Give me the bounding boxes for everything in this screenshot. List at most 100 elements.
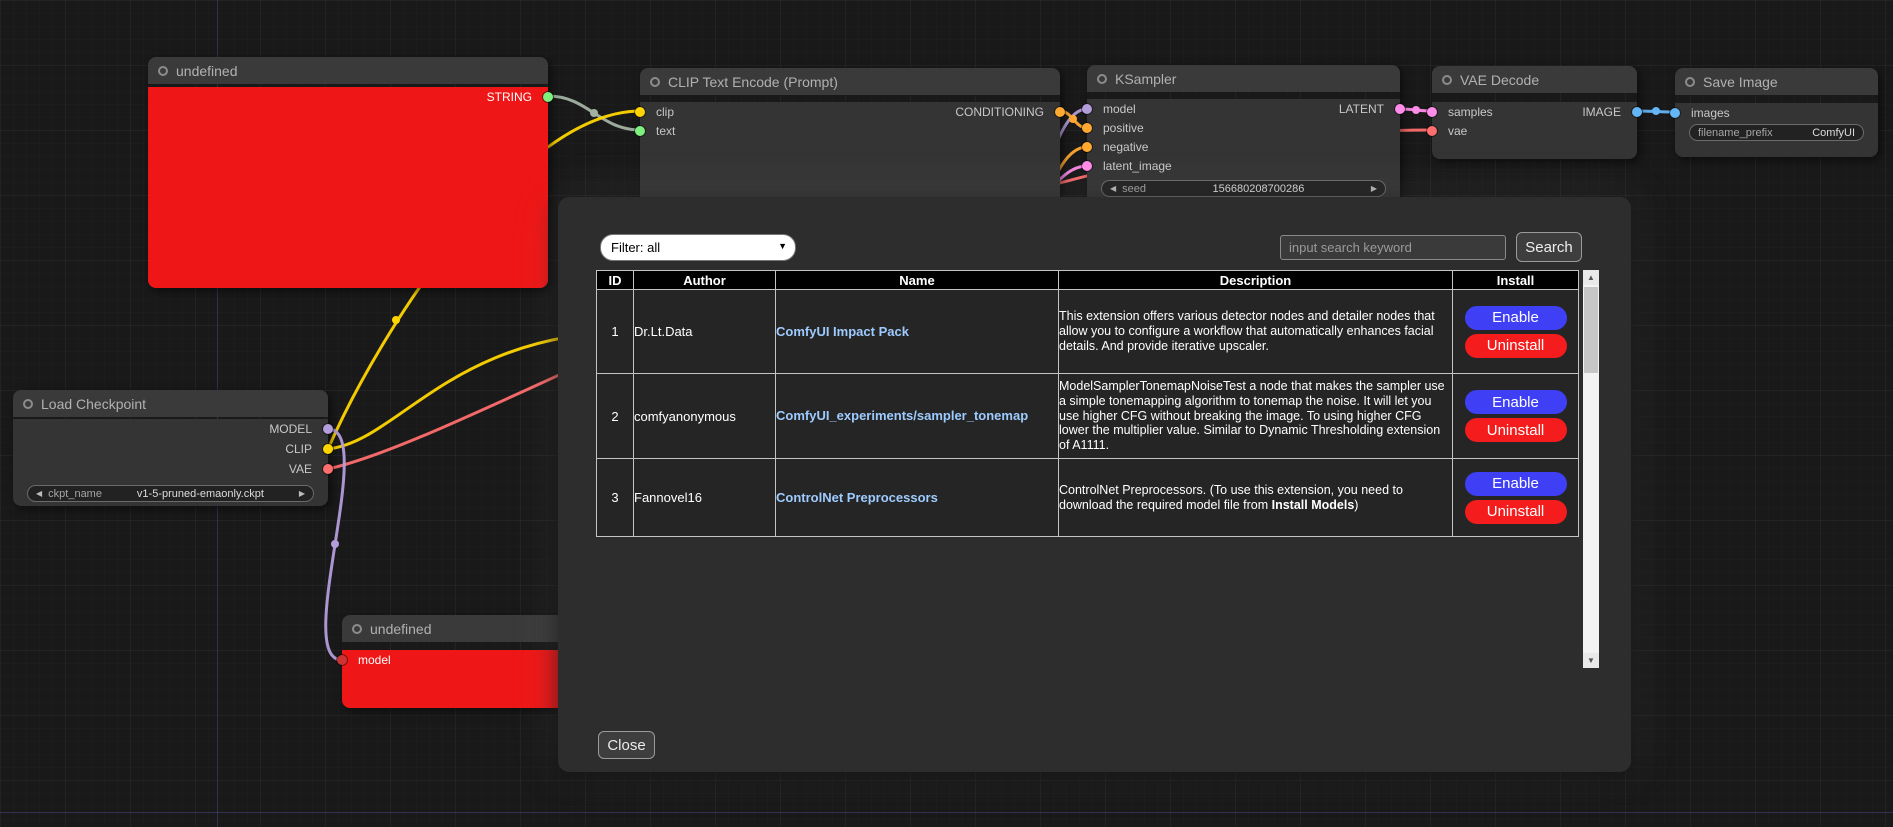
node-undefined-bottom-body: model	[342, 650, 565, 708]
node-ksampler-header[interactable]: KSampler	[1087, 65, 1400, 92]
cell-install: Enable Uninstall	[1453, 374, 1579, 459]
node-clip-text-encode-header[interactable]: CLIP Text Encode (Prompt)	[640, 68, 1060, 95]
enable-button[interactable]: Enable	[1465, 390, 1567, 414]
enable-button[interactable]: Enable	[1465, 472, 1567, 496]
package-link[interactable]: ComfyUI Impact Pack	[776, 324, 909, 339]
node-title: VAE Decode	[1460, 72, 1539, 88]
filename-prefix-label: filename_prefix	[1698, 127, 1773, 139]
node-load-checkpoint[interactable]: Load Checkpoint MODEL CLIP VAE ◀ ckpt_na…	[13, 390, 328, 506]
scroll-up-icon[interactable]: ▲	[1583, 270, 1599, 285]
input-pin-vae[interactable]	[1427, 126, 1437, 136]
enable-button[interactable]: Enable	[1465, 306, 1567, 330]
node-load-checkpoint-header[interactable]: Load Checkpoint	[13, 390, 328, 417]
slot-label-text: text	[656, 124, 675, 138]
input-pin-text[interactable]	[635, 126, 645, 136]
cell-author: Dr.Lt.Data	[634, 290, 776, 374]
node-clip-text-encode[interactable]: CLIP Text Encode (Prompt) clip CONDITION…	[640, 68, 1060, 217]
filename-prefix-widget[interactable]: filename_prefix ComfyUI	[1689, 124, 1864, 141]
search-input[interactable]	[1280, 235, 1506, 260]
uninstall-button[interactable]: Uninstall	[1465, 500, 1567, 524]
search-button[interactable]: Search	[1516, 232, 1582, 262]
cell-author: Fannovel16	[634, 459, 776, 537]
node-title: undefined	[176, 63, 238, 79]
cell-author: comfyanonymous	[634, 374, 776, 459]
node-load-checkpoint-body: MODEL CLIP VAE ◀ ckpt_name v1-5-pruned-e…	[13, 419, 328, 506]
input-pin-negative[interactable]	[1082, 142, 1092, 152]
decrement-icon[interactable]: ◀	[1110, 185, 1116, 193]
cell-id: 1	[597, 290, 634, 374]
output-pin-latent[interactable]	[1395, 104, 1405, 114]
seed-widget-label: seed	[1122, 183, 1146, 195]
table-row: 2 comfyanonymous ComfyUI_experiments/sam…	[597, 374, 1579, 459]
input-pin-positive[interactable]	[1082, 123, 1092, 133]
cell-id: 3	[597, 459, 634, 537]
scrollbar-thumb[interactable]	[1584, 287, 1598, 373]
slot-label-model: model	[358, 653, 391, 667]
node-undefined-top-body: STRING	[148, 87, 548, 288]
table-header-row: ID Author Name Description Install	[597, 271, 1579, 290]
input-pin-images[interactable]	[1670, 108, 1680, 118]
increment-icon[interactable]: ▶	[299, 490, 305, 498]
output-pin-model[interactable]	[323, 424, 333, 434]
link-midpoint-dot	[590, 109, 598, 117]
ckpt-name-widget[interactable]: ◀ ckpt_name v1-5-pruned-emaonly.ckpt ▶	[27, 485, 314, 502]
table-row: 3 Fannovel16 ControlNet Preprocessors Co…	[597, 459, 1579, 537]
bold-install-models: Install Models	[1272, 498, 1355, 512]
node-undefined-bottom[interactable]: undefined model	[342, 615, 565, 708]
node-vae-decode[interactable]: VAE Decode samples IMAGE vae	[1432, 66, 1637, 159]
slot-label-image: IMAGE	[1582, 105, 1621, 119]
slot-label-latent-image: latent_image	[1103, 159, 1172, 173]
node-undefined-bottom-header[interactable]: undefined	[342, 615, 565, 642]
slot-label-clip-out: CLIP	[285, 442, 312, 456]
increment-icon[interactable]: ▶	[1371, 185, 1377, 193]
seed-widget[interactable]: ◀ seed 156680208700286 ▶	[1101, 180, 1386, 197]
node-status-icon	[650, 77, 660, 87]
cell-description: This extension offers various detector n…	[1059, 290, 1453, 374]
output-pin-conditioning[interactable]	[1055, 107, 1065, 117]
slot-label-conditioning: CONDITIONING	[955, 105, 1044, 119]
custom-nodes-dialog: Filter: all ▼ Search ID Author Name Desc…	[558, 197, 1631, 772]
scrollbar-track[interactable]: ▲ ▼	[1583, 270, 1599, 668]
uninstall-button[interactable]: Uninstall	[1465, 418, 1567, 442]
node-ksampler[interactable]: KSampler model LATENT positive negative …	[1087, 65, 1400, 213]
link-midpoint-dot	[331, 540, 339, 548]
node-status-icon	[23, 399, 33, 409]
filter-select-wrap: Filter: all ▼	[600, 234, 796, 261]
cell-install: Enable Uninstall	[1453, 459, 1579, 537]
input-pin-model[interactable]	[1082, 104, 1092, 114]
slot-label-positive: positive	[1103, 121, 1144, 135]
input-pin-model[interactable]	[337, 655, 347, 665]
cell-id: 2	[597, 374, 634, 459]
node-undefined-top[interactable]: undefined STRING	[148, 57, 548, 288]
decrement-icon[interactable]: ◀	[36, 490, 42, 498]
input-pin-latent-image[interactable]	[1082, 161, 1092, 171]
node-title: Save Image	[1703, 74, 1778, 90]
close-button[interactable]: Close	[598, 731, 655, 759]
link-midpoint-dot	[1412, 106, 1420, 114]
slot-label-vae: vae	[1448, 124, 1467, 138]
node-save-image[interactable]: Save Image images filename_prefix ComfyU…	[1675, 68, 1878, 157]
node-vae-decode-header[interactable]: VAE Decode	[1432, 66, 1637, 93]
ckpt-name-label: ckpt_name	[48, 488, 102, 500]
node-canvas[interactable]: undefined STRING CLIP Text Encode (Promp…	[0, 0, 1893, 827]
node-status-icon	[1097, 74, 1107, 84]
output-pin-clip[interactable]	[323, 444, 333, 454]
seed-widget-value: 156680208700286	[1152, 183, 1365, 195]
uninstall-button[interactable]: Uninstall	[1465, 334, 1567, 358]
output-pin-image[interactable]	[1632, 107, 1642, 117]
cell-description: ModelSamplerTonemapNoiseTest a node that…	[1059, 374, 1453, 459]
scroll-down-icon[interactable]: ▼	[1583, 653, 1599, 668]
table-row: 1 Dr.Lt.Data ComfyUI Impact Pack This ex…	[597, 290, 1579, 374]
output-pin-string[interactable]	[543, 92, 553, 102]
column-header-name: Name	[776, 271, 1059, 290]
output-pin-vae[interactable]	[323, 464, 333, 474]
input-pin-clip[interactable]	[635, 107, 645, 117]
ckpt-name-value: v1-5-pruned-emaonly.ckpt	[108, 488, 293, 500]
filter-select[interactable]: Filter: all	[600, 234, 796, 261]
package-link[interactable]: ComfyUI_experiments/sampler_tonemap	[776, 408, 1028, 423]
node-undefined-top-header[interactable]: undefined	[148, 57, 548, 84]
node-save-image-header[interactable]: Save Image	[1675, 68, 1878, 95]
package-link[interactable]: ControlNet Preprocessors	[776, 490, 938, 505]
node-status-icon	[1442, 75, 1452, 85]
input-pin-samples[interactable]	[1427, 107, 1437, 117]
